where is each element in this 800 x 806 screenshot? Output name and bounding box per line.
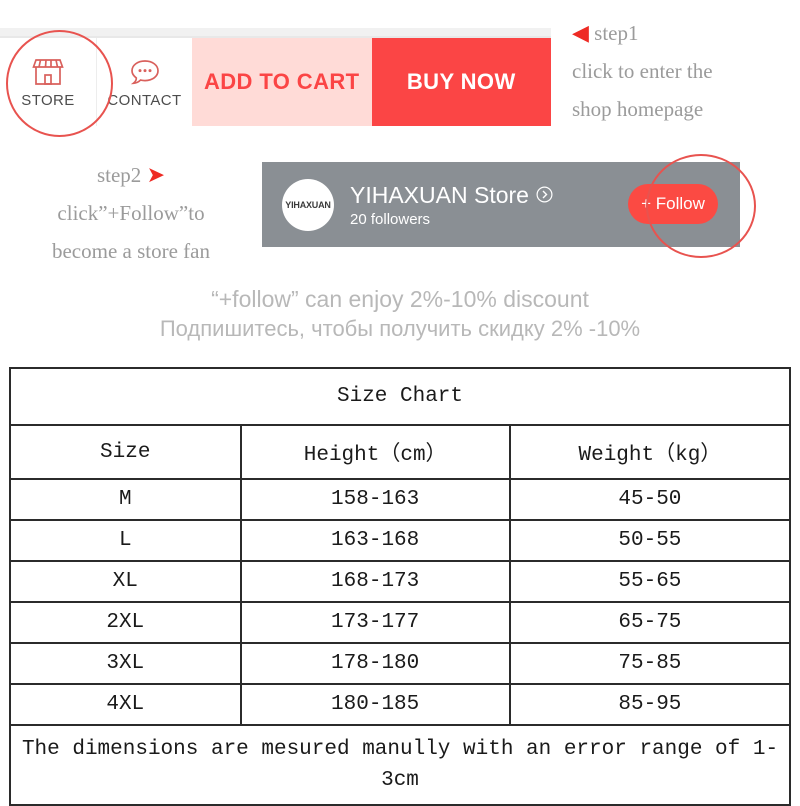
discount-line-english: “+follow” can enjoy 2%-10% discount — [211, 286, 589, 312]
store-button[interactable]: STORE — [0, 38, 96, 126]
table-row: 3XL 178-180 75-85 — [9, 642, 792, 685]
size-chart-title: Size Chart — [9, 367, 791, 426]
cell-size: 2XL — [9, 601, 242, 644]
cell-size: M — [9, 478, 242, 521]
store-name-row[interactable]: YIHAXUAN Store — [350, 182, 553, 208]
size-chart-table: Size Chart Size Height（cm） Weight（kg） M … — [9, 367, 792, 806]
step2-annotation: step2 ➤ click”+Follow”to become a store … — [36, 156, 226, 270]
cell-size: 4XL — [9, 683, 242, 726]
contact-button-label: CONTACT — [107, 92, 182, 109]
store-info: YIHAXUAN Store 20 followers — [350, 182, 553, 228]
step2-label: step2 — [96, 163, 142, 187]
cell-weight: 65-75 — [508, 601, 792, 644]
buy-now-button[interactable]: BUY NOW — [371, 38, 551, 126]
size-chart-note: The dimensions are mesured manully with … — [9, 724, 791, 806]
table-row: L 163-168 50-55 — [9, 519, 792, 562]
cell-weight: 50-55 — [508, 519, 792, 562]
cell-weight: 45-50 — [508, 478, 792, 521]
step1-line3: shop homepage — [572, 97, 704, 121]
add-to-cart-button[interactable]: ADD TO CART — [192, 38, 372, 126]
arrow-right-icon: ➤ — [146, 162, 165, 188]
size-chart-note-row: The dimensions are mesured manully with … — [9, 724, 791, 806]
step1-label: step1 — [594, 21, 639, 45]
contact-button[interactable]: CONTACT — [96, 38, 192, 126]
chevron-right-circle-icon — [536, 186, 553, 203]
step1-line1: ◀ step1 — [572, 14, 713, 52]
cell-weight: 75-85 — [508, 642, 792, 685]
cell-height: 173-177 — [239, 601, 511, 644]
store-banner[interactable]: YIHAXUAN YIHAXUAN Store 20 followers + F… — [262, 162, 740, 247]
step1-line2: click to enter the — [572, 59, 713, 83]
table-row: 4XL 180-185 85-95 — [9, 683, 792, 726]
cell-height: 180-185 — [239, 683, 511, 726]
cell-height: 163-168 — [239, 519, 511, 562]
step2-line3: become a store fan — [51, 239, 210, 263]
discount-line-russian: Подпишитесь, чтобы получить скидку 2% -1… — [159, 316, 641, 341]
store-name: YIHAXUAN Store — [350, 181, 529, 208]
cell-height: 168-173 — [239, 560, 511, 603]
table-row: XL 168-173 55-65 — [9, 560, 792, 603]
cell-weight: 55-65 — [508, 560, 792, 603]
cell-height: 178-180 — [239, 642, 511, 685]
storefront-icon — [32, 55, 64, 89]
store-button-label: STORE — [21, 92, 75, 109]
size-chart-header-row: Size Height（cm） Weight（kg） — [9, 424, 792, 480]
column-header-weight: Weight（kg） — [508, 424, 792, 480]
column-header-size: Size — [9, 424, 242, 480]
discount-block: “+follow” can enjoy 2%-10% discount Подп… — [0, 284, 800, 344]
cell-size: XL — [9, 560, 242, 603]
cell-size: 3XL — [9, 642, 242, 685]
store-followers-count: 20 followers — [350, 210, 431, 228]
table-row: M 158-163 45-50 — [9, 478, 792, 521]
arrow-left-icon: ◀ — [572, 20, 589, 46]
step1-annotation: ◀ step1 click to enter the shop homepage — [572, 14, 713, 128]
cell-size: L — [9, 519, 242, 562]
action-bar: STORE CONTACT ADD TO CART BUY NOW — [0, 36, 551, 126]
action-bar-top-strip — [0, 28, 551, 36]
column-header-height: Height（cm） — [239, 424, 511, 480]
step2-line2: click”+Follow”to — [57, 201, 205, 225]
store-avatar: YIHAXUAN — [282, 178, 334, 231]
size-chart-title-row: Size Chart — [9, 367, 791, 426]
cell-height: 158-163 — [239, 478, 511, 521]
table-row: 2XL 173-177 65-75 — [9, 601, 792, 644]
follow-button[interactable]: + Follow — [628, 184, 718, 224]
cell-weight: 85-95 — [508, 683, 792, 726]
step2-line1: step2 ➤ — [36, 156, 226, 194]
speech-bubble-icon — [129, 55, 161, 89]
